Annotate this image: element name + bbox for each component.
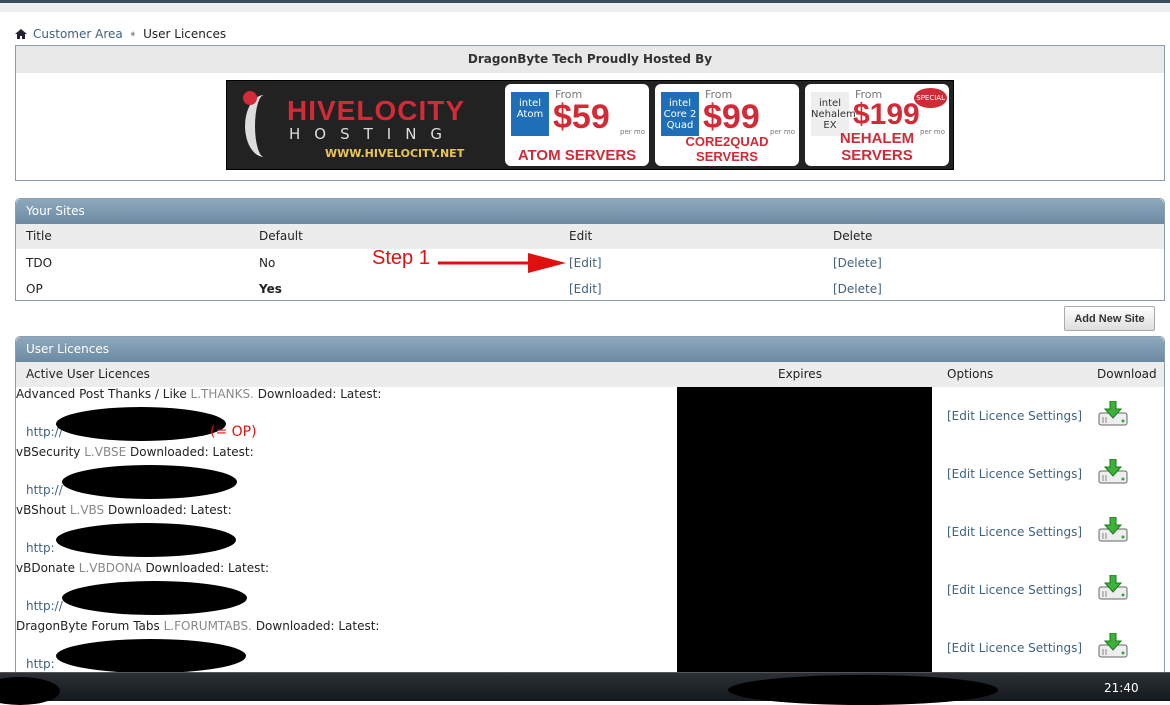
redaction-blob: [62, 465, 237, 499]
downloaded-label: Downloaded:: [255, 619, 335, 633]
latest-label: Latest:: [227, 561, 270, 575]
licence-row: DragonByte Forum Tabs L.FORUMTABS. http:…: [16, 619, 1164, 677]
home-icon[interactable]: [15, 28, 27, 40]
licences-column-header: Active User Licences Expires Options Dow…: [16, 362, 1164, 387]
download-icon[interactable]: [1097, 517, 1129, 543]
edit-site-link[interactable]: [Edit]: [569, 282, 602, 296]
edit-licence-settings-link[interactable]: [Edit Licence Settings]: [947, 641, 1082, 655]
user-licences-title: User Licences: [16, 337, 1164, 362]
edit-site-link[interactable]: [Edit]: [569, 256, 602, 270]
redaction-blob: [56, 639, 246, 673]
downloaded-label: Downloaded:: [130, 445, 209, 459]
downloaded-label: Downloaded:: [257, 387, 337, 401]
offer-core2quad: intel Core 2 Quad From $99 per mo CORE2Q…: [655, 84, 799, 166]
user-licences-panel: User Licences Active User Licences Expir…: [15, 336, 1165, 677]
red-arrow-icon: [438, 253, 566, 273]
licence-key: L.VBS: [69, 503, 105, 517]
sponsor-banner[interactable]: HIVELOCITY HOSTING WWW.HIVELOCITY.NET in…: [226, 80, 954, 170]
breadcrumb: Customer Area ➧ User Licences: [15, 27, 226, 41]
download-icon[interactable]: [1097, 459, 1129, 485]
your-sites-panel: Your Sites Title Default Edit Delete TDO…: [15, 198, 1165, 301]
licence-row: vBDonate L.VBDONA http:// com Downloaded…: [16, 561, 1164, 619]
licence-name: vBSecurity: [16, 445, 81, 459]
licence-key: L.VBSE: [84, 445, 127, 459]
download-icon[interactable]: [1097, 401, 1129, 427]
breadcrumb-customer-area[interactable]: Customer Area: [33, 27, 123, 41]
delete-site-link[interactable]: [Delete]: [833, 282, 882, 296]
step-annotation: Step 1: [372, 247, 430, 269]
offer-atom: intel Atom From $59 per mo ATOM SERVERS: [505, 84, 649, 166]
offer-nehalem: intel Nehalem-EX From $199 per mo SPECIA…: [805, 84, 949, 166]
licence-url[interactable]: http://: [26, 483, 63, 497]
licence-url[interactable]: http://: [26, 599, 63, 613]
site-row: TDO No [Edit] [Delete]: [26, 256, 882, 270]
taskbar: 21:40: [0, 672, 1170, 705]
your-sites-title: Your Sites: [16, 199, 1164, 224]
breadcrumb-separator-icon: ➧: [128, 28, 138, 40]
licence-row: Advanced Post Thanks / Like L.THANKS. ht…: [16, 387, 1164, 445]
sites-column-header: Title Default Edit Delete: [16, 224, 1164, 249]
latest-label: Latest:: [338, 619, 380, 633]
taskbar-clock[interactable]: 21:40: [1104, 681, 1139, 695]
latest-label: Latest:: [340, 387, 382, 401]
licence-name: vBShout: [16, 503, 66, 517]
redaction-blob: [56, 523, 236, 557]
licence-url[interactable]: http:: [26, 657, 55, 671]
breadcrumb-current: User Licences: [143, 27, 227, 41]
licence-key: L.FORUMTABS.: [163, 619, 252, 633]
hivelocity-logo: HIVELOCITY HOSTING WWW.HIVELOCITY.NET: [227, 81, 499, 169]
edit-licence-settings-link[interactable]: [Edit Licence Settings]: [947, 525, 1082, 539]
downloaded-label: Downloaded:: [145, 561, 225, 575]
latest-label: Latest:: [190, 503, 232, 517]
latest-label: Latest:: [212, 445, 254, 459]
redaction-block: [677, 387, 932, 677]
op-annotation: (= OP): [210, 424, 257, 440]
licence-key: L.THANKS.: [190, 387, 254, 401]
edit-licence-settings-link[interactable]: [Edit Licence Settings]: [947, 583, 1082, 597]
add-new-site-button[interactable]: Add New Site: [1064, 306, 1155, 331]
download-icon[interactable]: [1097, 633, 1129, 659]
delete-site-link[interactable]: [Delete]: [833, 256, 882, 270]
licence-name: DragonByte Forum Tabs: [16, 619, 160, 633]
licence-name: Advanced Post Thanks / Like: [16, 387, 187, 401]
redaction-blob: [62, 581, 247, 615]
licence-row: vBShout L.VBS http: com Downloaded: Late…: [16, 503, 1164, 561]
licence-row: vBSecurity L.VBSE http:// com Downloaded…: [16, 445, 1164, 503]
downloaded-label: Downloaded:: [108, 503, 187, 517]
sponsor-title: DragonByte Tech Proudly Hosted By: [16, 46, 1164, 73]
top-strip: [0, 3, 1170, 12]
site-row: OP Yes [Edit] [Delete]: [26, 282, 882, 296]
edit-licence-settings-link[interactable]: [Edit Licence Settings]: [947, 409, 1082, 423]
redaction-blob: [56, 407, 226, 441]
licence-key: L.VBDONA: [78, 561, 142, 575]
edit-licence-settings-link[interactable]: [Edit Licence Settings]: [947, 467, 1082, 481]
licence-name: vBDonate: [16, 561, 75, 575]
sponsor-box: DragonByte Tech Proudly Hosted By HIVELO…: [15, 45, 1165, 181]
download-icon[interactable]: [1097, 575, 1129, 601]
licence-url[interactable]: http:: [26, 541, 55, 555]
